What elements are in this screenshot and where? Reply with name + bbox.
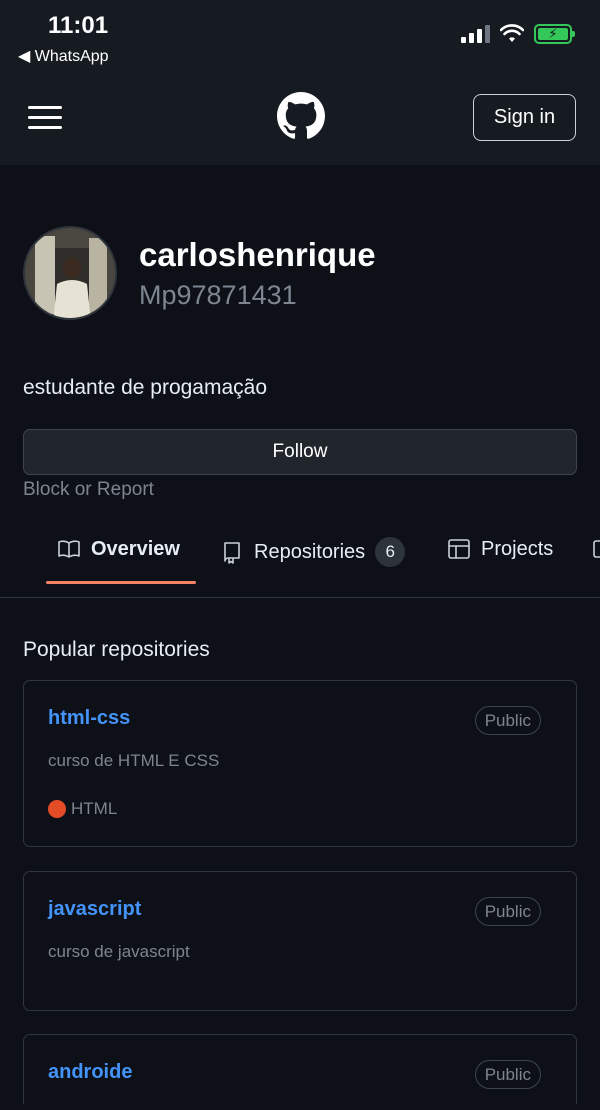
repo-card: html-css Public curso de HTML E CSS HTML — [23, 680, 577, 847]
status-bar: 11:01 ◀ WhatsApp ⚡ — [0, 0, 600, 70]
tab-projects[interactable]: Projects — [447, 537, 553, 561]
language-label: HTML — [71, 799, 118, 818]
follow-button[interactable]: Follow — [23, 429, 577, 475]
avatar-photo-icon — [25, 228, 115, 318]
repo-name-link[interactable]: javascript — [48, 898, 141, 921]
tab-repositories-label: Repositories — [254, 540, 366, 563]
hamburger-menu-icon[interactable] — [28, 106, 62, 130]
visibility-badge: Public — [474, 1060, 541, 1089]
popular-repositories-heading: Popular repositories — [23, 638, 210, 661]
avatar[interactable] — [23, 226, 117, 320]
status-time: 11:01 — [48, 12, 109, 39]
repo-icon — [224, 542, 240, 564]
repo-name-link[interactable]: html-css — [48, 707, 130, 730]
package-icon — [593, 540, 600, 558]
tab-overview[interactable]: Overview — [57, 537, 180, 561]
cellular-signal-icon — [461, 25, 490, 43]
visibility-badge: Public — [474, 897, 541, 926]
profile-name: carloshenrique — [139, 236, 376, 273]
wifi-icon — [500, 24, 524, 42]
site-header: Sign in — [0, 70, 600, 165]
status-icons: ⚡ — [461, 24, 575, 44]
tab-projects-label: Projects — [481, 537, 554, 560]
repo-language: HTML — [48, 799, 117, 819]
battery-charging-icon: ⚡ — [534, 24, 575, 44]
book-icon — [58, 540, 80, 558]
language-color-dot — [48, 800, 66, 818]
table-icon — [448, 539, 470, 559]
tab-overview-label: Overview — [91, 537, 180, 560]
profile-login: Mp97871431 — [139, 280, 297, 310]
sign-in-button[interactable]: Sign in — [473, 94, 576, 141]
block-or-report-link[interactable]: Block or Report — [23, 479, 154, 501]
repo-card: javascript Public curso de javascript — [23, 871, 577, 1011]
visibility-badge: Public — [474, 706, 541, 735]
tab-packages[interactable] — [592, 537, 600, 561]
bottom-edge — [0, 1104, 600, 1110]
back-to-app-link[interactable]: ◀ WhatsApp — [18, 46, 109, 66]
github-icon[interactable] — [277, 92, 325, 140]
profile-bio: estudante de progamação — [23, 376, 268, 399]
repo-name-link[interactable]: androide — [48, 1061, 132, 1084]
tab-repositories[interactable]: Repositories 6 — [220, 537, 406, 567]
profile-tabs: Overview Repositories 6 Projects — [0, 522, 600, 598]
repo-description: curso de javascript — [48, 942, 190, 961]
repo-card: androide Public — [23, 1034, 577, 1110]
selected-tab-indicator — [46, 581, 196, 584]
repo-description: curso de HTML E CSS — [48, 751, 220, 770]
repositories-count-badge: 6 — [375, 537, 406, 567]
